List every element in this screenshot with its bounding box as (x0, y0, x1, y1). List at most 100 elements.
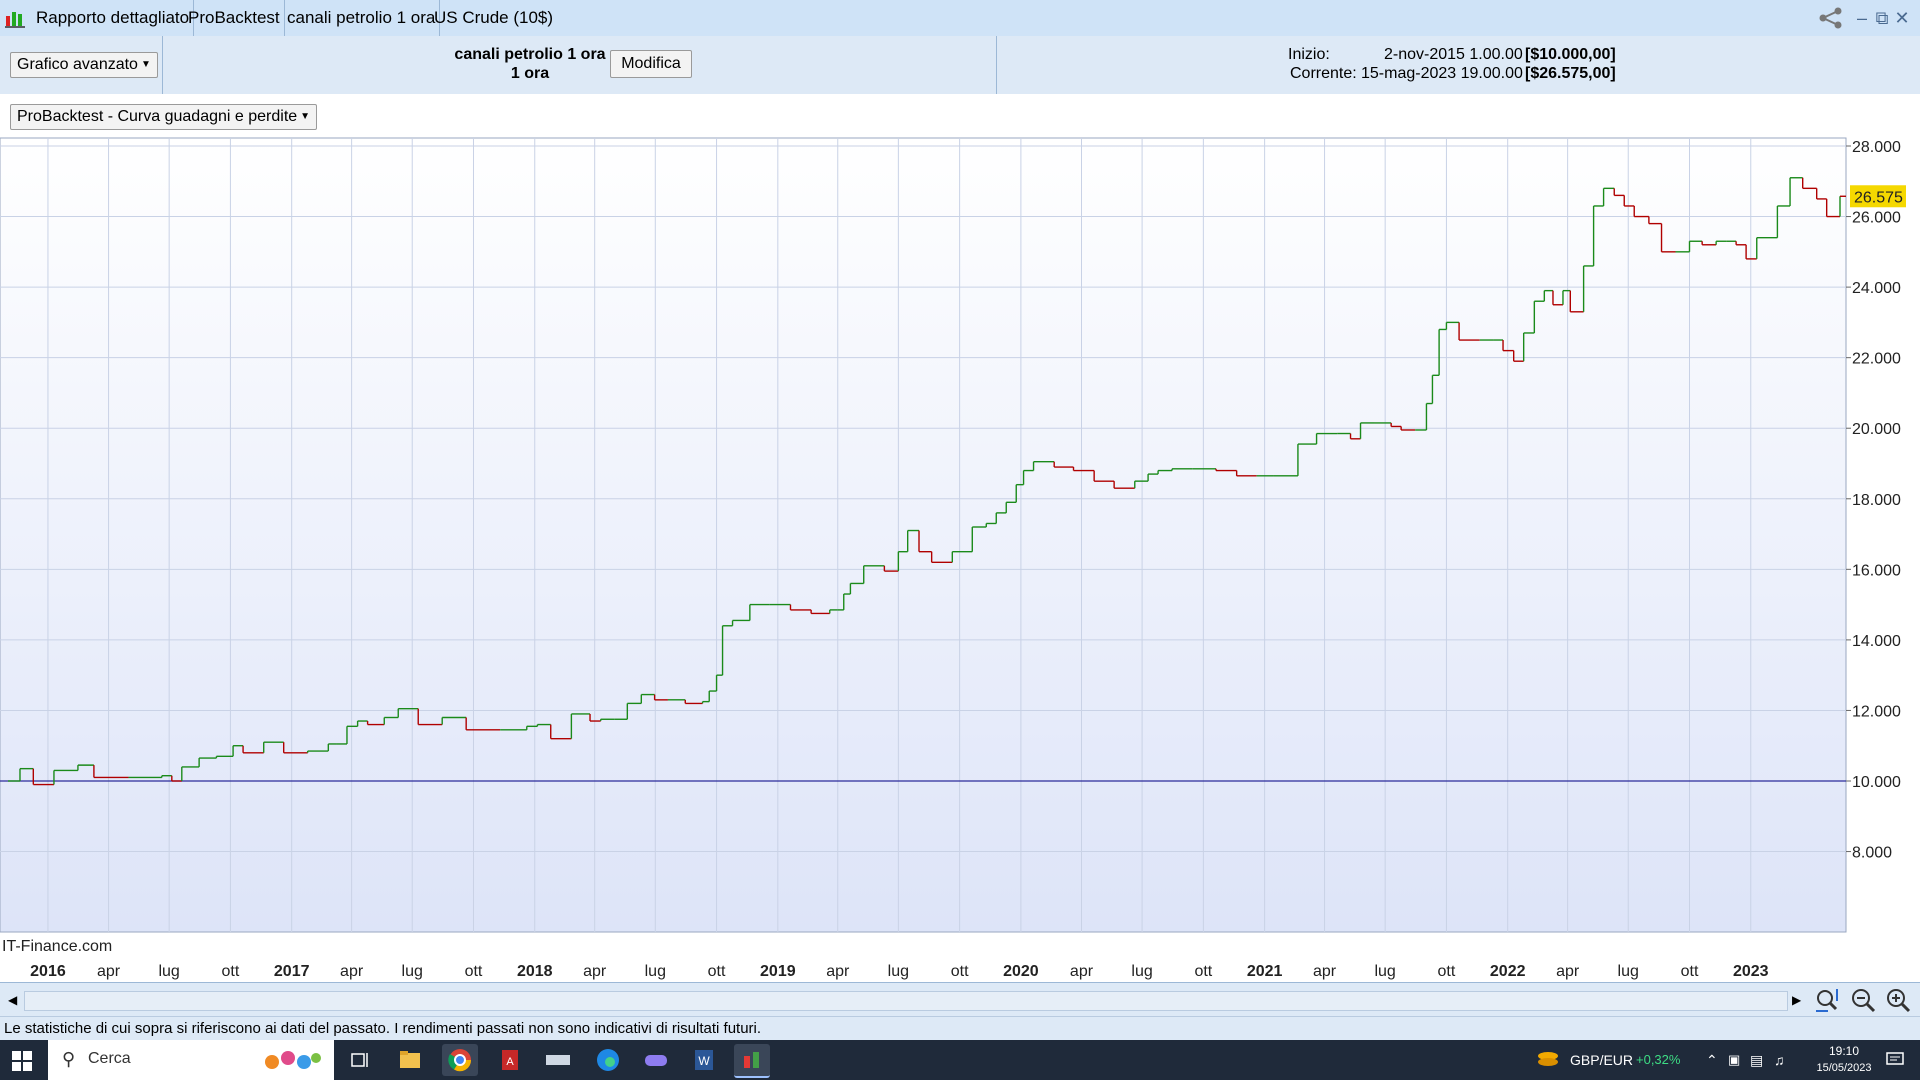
x-tick-label: lug (402, 963, 423, 980)
zoom-out-icon[interactable] (1850, 987, 1878, 1013)
tab-strategy[interactable]: canali petrolio 1 ora (283, 0, 441, 36)
y-tick-label: 16.000 (1852, 562, 1901, 579)
word-icon[interactable]: W (686, 1044, 722, 1076)
current-label: Corrente: (1290, 65, 1357, 82)
file-explorer-icon[interactable] (392, 1044, 428, 1076)
strategy-name: canali petrolio 1 ora (454, 46, 606, 63)
y-tick-label: 10.000 (1852, 774, 1901, 791)
disclaimer-text: Le statistiche di cui sopra si riferisco… (4, 1020, 762, 1037)
search-placeholder: Cerca (88, 1050, 131, 1067)
plot-area (0, 137, 1847, 933)
tab-detailed-report[interactable]: Rapporto dettagliato (32, 0, 195, 36)
x-tick-label: ott (1681, 963, 1699, 980)
x-tick-label: ott (708, 963, 726, 980)
y-tick-label: 14.000 (1852, 633, 1901, 650)
ticker-name[interactable]: GBP/EUR (1570, 1040, 1633, 1080)
modify-label: Modifica (621, 55, 681, 72)
x-tick-label: ott (465, 963, 483, 980)
tab-instrument[interactable]: US Crude (10$) (430, 0, 557, 36)
x-tick-label: apr (1070, 963, 1094, 980)
strategy-header: Grafico avanzato ▼ canali petrolio 1 ora … (0, 36, 1920, 95)
windows-taskbar: ⚲ Cerca A W GBP/EUR +0,32% ⌃ ▣ ▤ ♫ 19:10… (0, 1040, 1920, 1080)
y-axis: 8.000 10.000 12.000 14.000 16.000 18.000 20.00… (1846, 139, 1901, 862)
app-logo-icon (4, 8, 26, 28)
y-tick-label: 24.000 (1852, 280, 1901, 297)
keyboard-app-icon[interactable] (540, 1044, 576, 1076)
title-bar: Rapporto dettagliato ProBacktest canali … (0, 0, 1920, 37)
watermark: IT-Finance.com (2, 938, 113, 955)
search-icon: ⚲ (62, 1049, 76, 1069)
tray-camera-icon[interactable]: ▣ (1728, 1040, 1740, 1080)
x-tick-label: ott (1194, 963, 1212, 980)
disclaimer-bar: Le statistiche di cui sopra si riferisco… (0, 1016, 1920, 1040)
clock-time[interactable]: 19:10 (1812, 1044, 1876, 1058)
x-tick-label: 2021 (1247, 963, 1283, 980)
volume-icon[interactable]: ♫ (1774, 1040, 1785, 1080)
x-tick-label: 2023 (1733, 963, 1769, 980)
last-value-label: 26.575 (1854, 189, 1903, 206)
last-value-marker: 26.575 (1850, 185, 1906, 208)
svg-text:A: A (506, 1056, 514, 1068)
windows-start-icon[interactable] (12, 1051, 32, 1071)
x-tick-label: lug (1374, 963, 1395, 980)
task-view-icon[interactable] (350, 1050, 370, 1070)
ticker-icon (1536, 1048, 1560, 1072)
y-tick-label: 28.000 (1852, 139, 1901, 156)
restore-icon[interactable]: ⧉ (1872, 6, 1892, 30)
x-tick-label: apr (1313, 963, 1337, 980)
svg-text:W: W (698, 1054, 710, 1068)
notifications-icon[interactable] (1886, 1052, 1904, 1068)
network-icon[interactable]: ▤ (1750, 1040, 1763, 1080)
y-tick-label: 8.000 (1852, 845, 1892, 862)
x-tick-label: 2016 (30, 963, 66, 980)
zoom-fit-icon[interactable] (1814, 987, 1842, 1013)
chart-mode-dropdown[interactable]: Grafico avanzato ▼ (10, 52, 158, 79)
clock-date[interactable]: 15/05/2023 (1804, 1062, 1884, 1074)
x-tick-label: 2019 (760, 963, 796, 980)
x-tick-label: apr (1556, 963, 1580, 980)
edge-icon[interactable] (590, 1044, 626, 1076)
y-tick-label: 26.000 (1852, 210, 1901, 227)
strategy-timeframe: 1 ora (510, 65, 550, 82)
y-tick-label: 12.000 (1852, 703, 1901, 720)
x-tick-label: ott (951, 963, 969, 980)
x-tick-label: apr (826, 963, 850, 980)
chrome-icon[interactable] (442, 1044, 478, 1076)
share-icon[interactable] (1818, 6, 1844, 30)
game-controller-icon[interactable] (638, 1044, 674, 1076)
scroll-left-icon[interactable]: ◀ (8, 991, 22, 1009)
taskbar-search[interactable]: ⚲ Cerca (48, 1040, 334, 1080)
scroll-right-icon[interactable]: ▶ (1792, 991, 1806, 1009)
chart-panel: ProBacktest - Curva guadagni e perdite ▼ … (0, 94, 1920, 980)
pdf-reader-icon[interactable]: A (492, 1044, 528, 1076)
x-tick-label: lug (158, 963, 179, 980)
tab-probacktest[interactable]: ProBacktest (184, 0, 285, 36)
header-divider (996, 36, 997, 94)
x-tick-label: apr (340, 963, 364, 980)
current-value: 15-mag-2023 19.00.00 (1361, 65, 1523, 82)
search-doodle-icon (262, 1048, 322, 1072)
x-tick-label: 2018 (517, 963, 553, 980)
start-amount: [$10.000,00] (1525, 46, 1616, 63)
ticker-change: +0,32% (1636, 1052, 1681, 1067)
x-axis: 2016 apr lug ott 2017 apr lug ott 2018 apr lug ott 2… (30, 963, 1769, 980)
zoom-in-icon[interactable] (1885, 987, 1913, 1013)
tray-chevron-up-icon[interactable]: ⌃ (1706, 1040, 1718, 1080)
x-tick-label: ott (1438, 963, 1456, 980)
current-amount: [$26.575,00] (1525, 65, 1616, 82)
x-tick-label: lug (1131, 963, 1152, 980)
x-tick-label: apr (97, 963, 121, 980)
minimize-icon[interactable]: – (1852, 6, 1872, 30)
close-icon[interactable]: ✕ (1892, 6, 1912, 30)
chevron-down-icon: ▼ (140, 59, 151, 70)
x-tick-label: 2022 (1490, 963, 1526, 980)
prorealtime-icon[interactable] (734, 1044, 770, 1078)
y-tick-label: 20.000 (1852, 421, 1901, 438)
x-tick-label: lug (645, 963, 666, 980)
chart-scrollbar[interactable]: ◀ ▶ (0, 982, 1920, 1017)
equity-chart[interactable]: 8.000 10.000 12.000 14.000 16.000 18.000 20.00… (0, 94, 1920, 980)
x-tick-label: lug (888, 963, 909, 980)
scroll-track[interactable] (24, 991, 1788, 1011)
start-value: 2-nov-2015 1.00.00 (1384, 46, 1523, 63)
modify-button[interactable]: Modifica (610, 50, 692, 78)
